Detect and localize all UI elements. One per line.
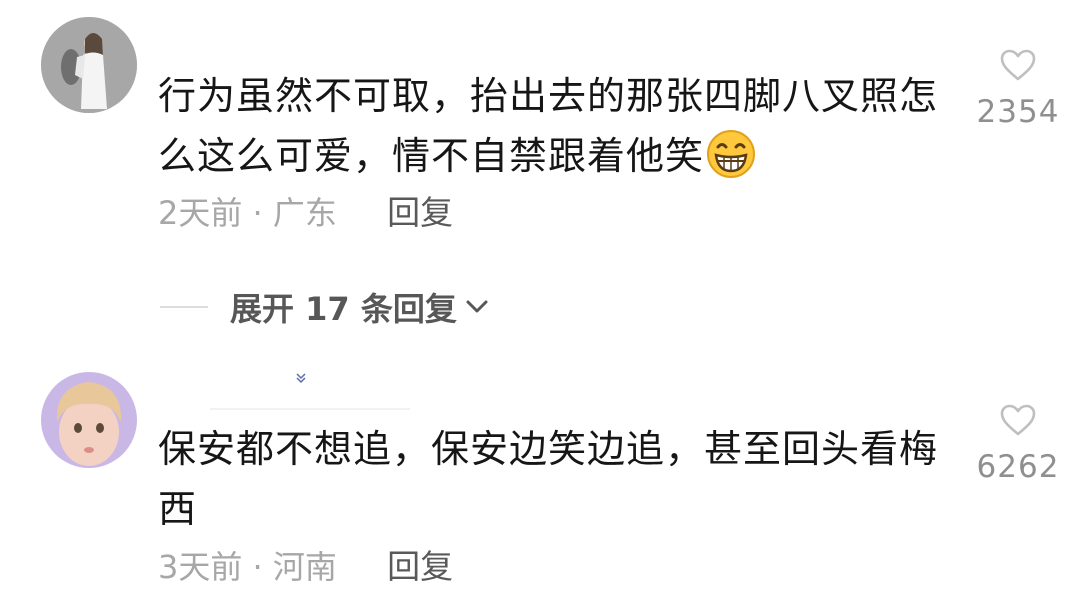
- avatar[interactable]: [41, 17, 137, 113]
- woman-in-white-dress-photo: [41, 17, 137, 113]
- avatar[interactable]: [41, 372, 137, 468]
- comment-body: 保安都不想追，保安边笑边追，甚至回头看梅西: [158, 427, 939, 531]
- grinning-face-emoji: [707, 130, 756, 178]
- meta-separator: ·: [252, 194, 263, 232]
- comment-meta: 2天前 · 广东 回复: [158, 193, 453, 233]
- expand-replies-label: 展开 17 条回复: [230, 290, 457, 328]
- like-area: 2354: [968, 48, 1068, 130]
- like-count: 2354: [976, 94, 1060, 130]
- comment-text: 保安都不想追，保安边笑边追，甚至回头看梅西: [158, 419, 958, 539]
- comment-location: 广东: [272, 194, 337, 232]
- comment-body: 行为虽然不可取，抬出去的那张四脚八叉照怎么这么可爱，情不自禁跟着他笑: [158, 74, 939, 178]
- comment-location: 河南: [272, 548, 337, 586]
- like-count: 6262: [976, 449, 1060, 485]
- double-chevron-icon: [296, 373, 306, 384]
- blond-child-photo: [41, 372, 137, 468]
- comment-time: 2天前: [158, 194, 243, 232]
- heart-icon[interactable]: [999, 403, 1037, 437]
- comment-time: 3天前: [158, 548, 243, 586]
- heart-icon[interactable]: [999, 48, 1037, 82]
- comment-meta: 3天前 · 河南 回复: [158, 547, 453, 587]
- meta-separator: ·: [252, 548, 263, 586]
- reply-button[interactable]: 回复: [387, 193, 453, 232]
- divider-line: [160, 306, 208, 308]
- chevron-down-icon: [466, 300, 488, 313]
- reply-button[interactable]: 回复: [387, 547, 453, 586]
- like-area: 6262: [968, 403, 1068, 485]
- comment-text: 行为虽然不可取，抬出去的那张四脚八叉照怎么这么可爱，情不自禁跟着他笑: [158, 66, 958, 186]
- expand-replies-button[interactable]: 展开 17 条回复: [160, 285, 489, 329]
- faint-divider: [210, 408, 410, 410]
